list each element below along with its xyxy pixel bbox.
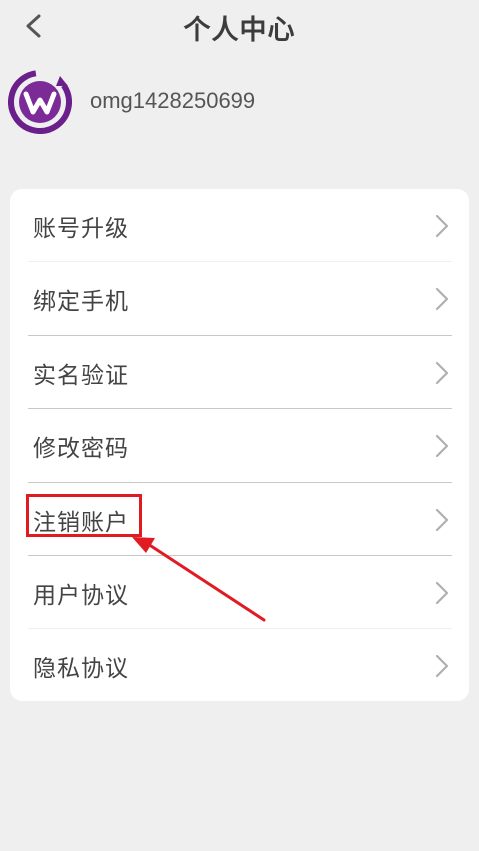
menu-item-label: 用户协议 [33,583,129,609]
chevron-right-icon [435,654,449,678]
chevron-right-icon [435,581,449,605]
username: omg1428250699 [90,88,256,113]
annotation-highlight-box [26,494,142,537]
header-bar: 个人中心 [0,0,479,54]
menu-item-privacy-agreement[interactable]: 隐私协议 [10,629,469,702]
menu-item-bind-phone[interactable]: 绑定手机 [10,262,469,335]
menu-item-real-name-verification[interactable]: 实名验证 [10,336,469,409]
menu-item-label: 账号升级 [33,216,129,242]
avatar[interactable] [8,70,72,134]
menu-item-label: 绑定手机 [33,289,129,315]
settings-menu-card: 账号升级 绑定手机 实名验证 修改密码 注销账户 用户协议 隐私协议 [10,189,469,701]
menu-item-label: 修改密码 [33,436,129,462]
menu-item-label: 隐私协议 [33,656,129,682]
menu-item-change-password[interactable]: 修改密码 [10,409,469,482]
menu-item-user-agreement[interactable]: 用户协议 [10,556,469,629]
brand-logo-icon [8,70,72,134]
menu-item-label: 实名验证 [33,363,129,389]
page-title: 个人中心 [183,15,296,46]
chevron-right-icon [435,508,449,532]
chevron-right-icon [435,214,449,238]
chevron-right-icon [435,361,449,385]
menu-item-upgrade-account[interactable]: 账号升级 [10,189,469,262]
chevron-right-icon [435,287,449,311]
profile-section: omg1428250699 [8,70,408,140]
chevron-right-icon [435,434,449,458]
